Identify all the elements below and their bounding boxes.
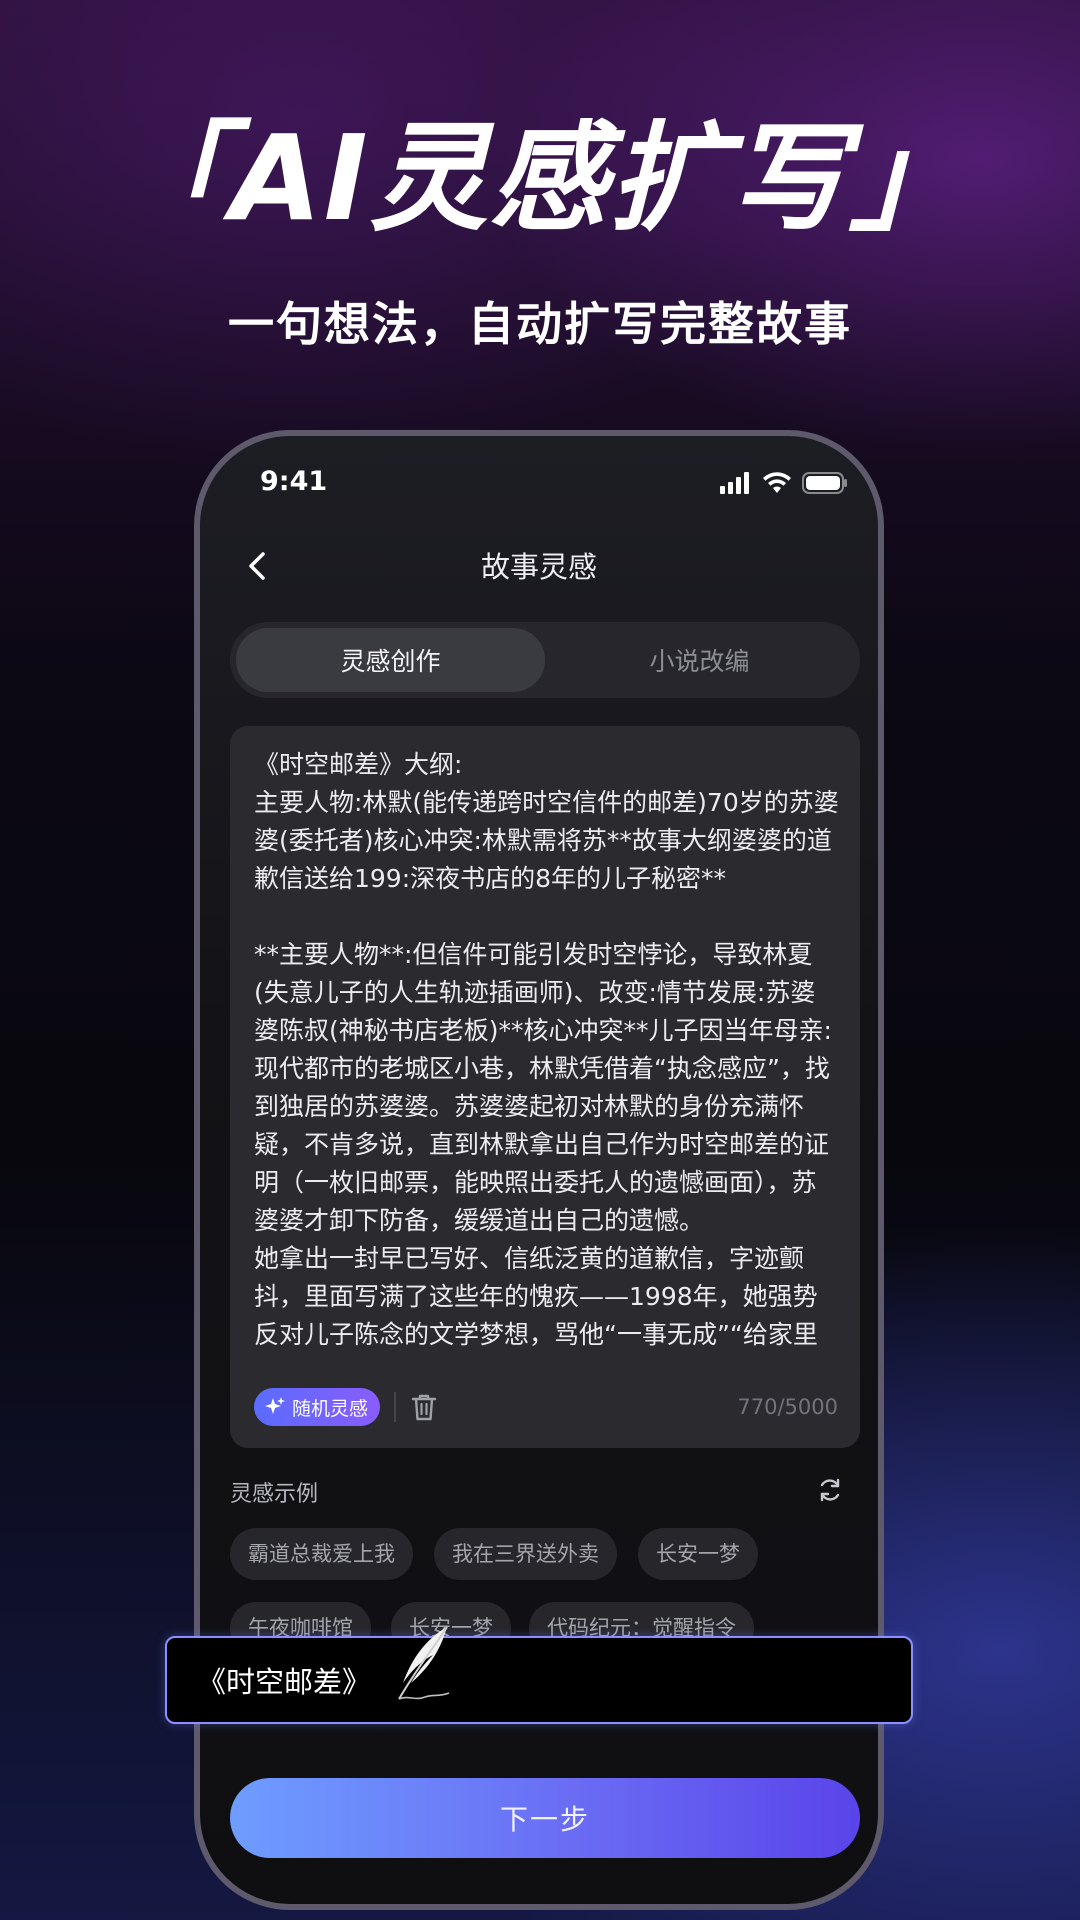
tab-inspiration[interactable]: 灵感创作 (236, 628, 545, 692)
signal-icon (720, 472, 749, 494)
title-input-overlay[interactable]: 《时空邮差》 (165, 1626, 913, 1724)
tab-novel-adapt[interactable]: 小说改编 (545, 628, 854, 692)
nav-bar: 故事灵感 (200, 536, 878, 596)
status-icons (720, 472, 848, 494)
overlay-title-text: 《时空邮差》 (197, 1665, 372, 1699)
random-inspiration-button[interactable]: 随机灵感 (254, 1388, 381, 1426)
editor-footer: 随机灵感 770/5000 (254, 1386, 838, 1428)
sparkle-icon (265, 1397, 285, 1414)
next-step-button[interactable]: 下一步 (230, 1778, 860, 1858)
promo-headline: 「AI灵感扩写」 (110, 109, 970, 247)
quill-icon (398, 1626, 450, 1700)
example-chip[interactable]: 长安一梦 (638, 1528, 758, 1580)
example-chip[interactable]: 我在三界送外卖 (434, 1528, 617, 1580)
page-title: 故事灵感 (480, 550, 597, 584)
random-inspiration-label: 随机灵感 (292, 1397, 369, 1420)
divider (394, 1392, 397, 1422)
trash-icon[interactable] (410, 1392, 438, 1422)
battery-icon (802, 472, 847, 494)
refresh-icon[interactable] (816, 1476, 844, 1504)
editor-textarea[interactable]: 《时空邮差》大纲: 主要人物:林默(能传递跨时空信件的邮差)70岁的苏婆婆(委托… (254, 746, 840, 1346)
story-editor[interactable]: 《时空邮差》大纲: 主要人物:林默(能传递跨时空信件的邮差)70岁的苏婆婆(委托… (230, 726, 860, 1448)
promo-subline: 一句想法，自动扩写完整故事 (228, 297, 852, 351)
tab-bar: 灵感创作 小说改编 (230, 622, 860, 698)
examples-title: 灵感示例 (230, 1482, 319, 1507)
char-counter: 770/5000 (737, 1395, 838, 1419)
example-chip[interactable]: 霸道总裁爱上我 (230, 1528, 413, 1580)
status-time: 9:41 (260, 466, 328, 497)
wifi-icon (763, 472, 791, 493)
